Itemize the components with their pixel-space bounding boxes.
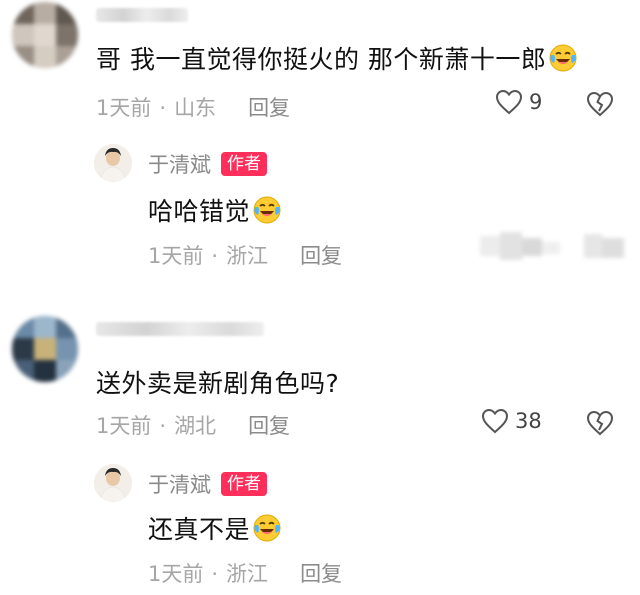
- reply-button[interactable]: 回复: [248, 414, 290, 438]
- separator-dot: ·: [159, 96, 167, 120]
- reply-meta: 1天前 · 浙江 回复: [148, 558, 342, 588]
- like-button[interactable]: 9: [495, 89, 542, 115]
- reply-meta: 1天前 · 浙江 回复: [148, 240, 342, 270]
- reply-text: 哈哈错觉: [148, 192, 282, 228]
- reply-button[interactable]: 回复: [300, 562, 342, 586]
- separator-dot: ·: [211, 244, 219, 268]
- author-avatar[interactable]: [94, 144, 132, 182]
- blurred-reply-actions: [480, 232, 632, 262]
- crying-laughing-icon: [253, 196, 281, 224]
- reply-time: 1天前: [148, 562, 204, 586]
- comment-time: 1天前: [96, 96, 152, 120]
- heart-icon: [495, 89, 523, 115]
- author-name[interactable]: 于清斌: [148, 469, 211, 499]
- comment-text: 哥 我一直觉得你挺火的 那个新萧十一郎: [96, 40, 578, 76]
- commenter-name[interactable]: [96, 8, 188, 22]
- author-header: 于清斌 作者: [148, 149, 267, 179]
- author-name[interactable]: 于清斌: [148, 149, 211, 179]
- author-header: 于清斌 作者: [148, 469, 267, 499]
- separator-dot: ·: [211, 562, 219, 586]
- comment-location: 湖北: [174, 414, 217, 438]
- author-avatar[interactable]: [94, 464, 132, 502]
- like-count: 38: [515, 409, 542, 433]
- dislike-broken-heart-icon[interactable]: [586, 91, 614, 117]
- comment-meta: 1天前 · 湖北 回复: [96, 410, 290, 440]
- author-badge: 作者: [221, 152, 267, 176]
- reply-location: 浙江: [226, 562, 269, 586]
- comment-meta: 1天前 · 山东 回复: [96, 92, 290, 122]
- like-button[interactable]: 38: [481, 408, 542, 434]
- reply-button[interactable]: 回复: [300, 244, 342, 268]
- commenter-avatar[interactable]: [12, 2, 78, 68]
- separator-dot: ·: [159, 414, 167, 438]
- dislike-broken-heart-icon[interactable]: [586, 410, 614, 436]
- comment-location: 山东: [174, 96, 217, 120]
- comment-text: 送外卖是新剧角色吗?: [96, 369, 340, 398]
- author-badge: 作者: [221, 472, 267, 496]
- crying-laughing-icon: [549, 44, 577, 72]
- reply-button[interactable]: 回复: [248, 96, 290, 120]
- reply-location: 浙江: [226, 244, 269, 268]
- reply-text: 还真不是: [148, 510, 282, 546]
- heart-icon: [481, 408, 509, 434]
- crying-laughing-icon: [253, 514, 281, 542]
- commenter-name[interactable]: [96, 322, 264, 336]
- comment-time: 1天前: [96, 414, 152, 438]
- reply-time: 1天前: [148, 244, 204, 268]
- like-count: 9: [529, 90, 543, 114]
- commenter-avatar[interactable]: [12, 316, 78, 382]
